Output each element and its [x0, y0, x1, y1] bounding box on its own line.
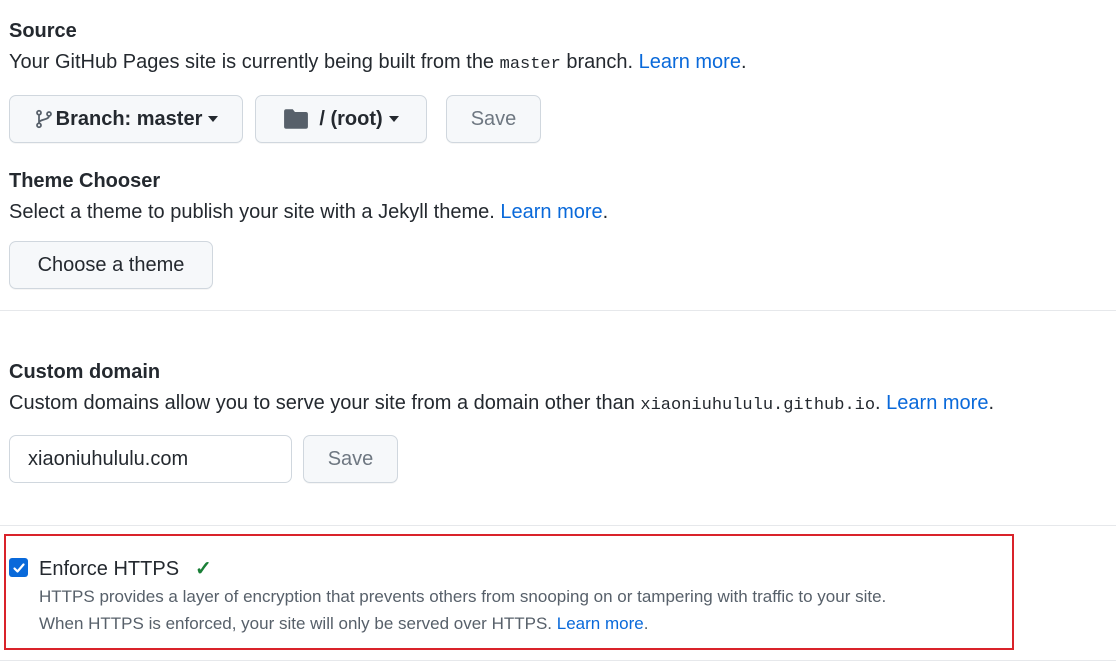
branch-select-button[interactable]: Branch: master: [9, 95, 243, 143]
custom-domain-input[interactable]: [9, 435, 292, 483]
folder-select-label: / (root): [319, 107, 383, 130]
success-check-icon: ✓: [195, 558, 212, 580]
folder-select-button[interactable]: / (root): [255, 95, 427, 143]
custom-domain-learn-more-link[interactable]: Learn more: [886, 392, 988, 414]
source-save-button[interactable]: Save: [446, 95, 541, 143]
custom-domain-heading: Custom domain: [9, 361, 161, 383]
https-learn-more-link[interactable]: Learn more: [557, 614, 644, 633]
branch-code: master: [499, 55, 561, 74]
source-learn-more-link[interactable]: Learn more: [639, 51, 741, 73]
checkmark-icon: [12, 562, 25, 573]
chevron-down-icon: [388, 116, 399, 122]
source-heading: Source: [9, 20, 77, 42]
git-branch-icon: [35, 109, 52, 129]
custom-domain-description: Custom domains allow you to serve your s…: [9, 392, 995, 415]
branch-select-label: Branch: master: [55, 107, 203, 130]
section-divider: [0, 660, 1116, 661]
source-description: Your GitHub Pages site is currently bein…: [9, 51, 747, 74]
https-description-line2: When HTTPS is enforced, your site will o…: [39, 614, 649, 633]
custom-domain-save-button[interactable]: Save: [303, 435, 398, 483]
choose-theme-button[interactable]: Choose a theme: [9, 241, 213, 289]
theme-description: Select a theme to publish your site with…: [9, 201, 609, 223]
enforce-https-checkbox[interactable]: [9, 558, 28, 577]
theme-heading: Theme Chooser: [9, 170, 161, 192]
chevron-down-icon: [208, 116, 219, 122]
enforce-https-label: Enforce HTTPS ✓: [39, 558, 212, 580]
https-description-line1: HTTPS provides a layer of encryption tha…: [39, 587, 887, 606]
section-divider: [0, 525, 1116, 526]
theme-learn-more-link[interactable]: Learn more: [500, 201, 602, 223]
folder-icon: [284, 109, 309, 129]
section-divider: [0, 310, 1116, 311]
default-domain-code: xiaoniuhululu.github.io: [640, 396, 876, 415]
